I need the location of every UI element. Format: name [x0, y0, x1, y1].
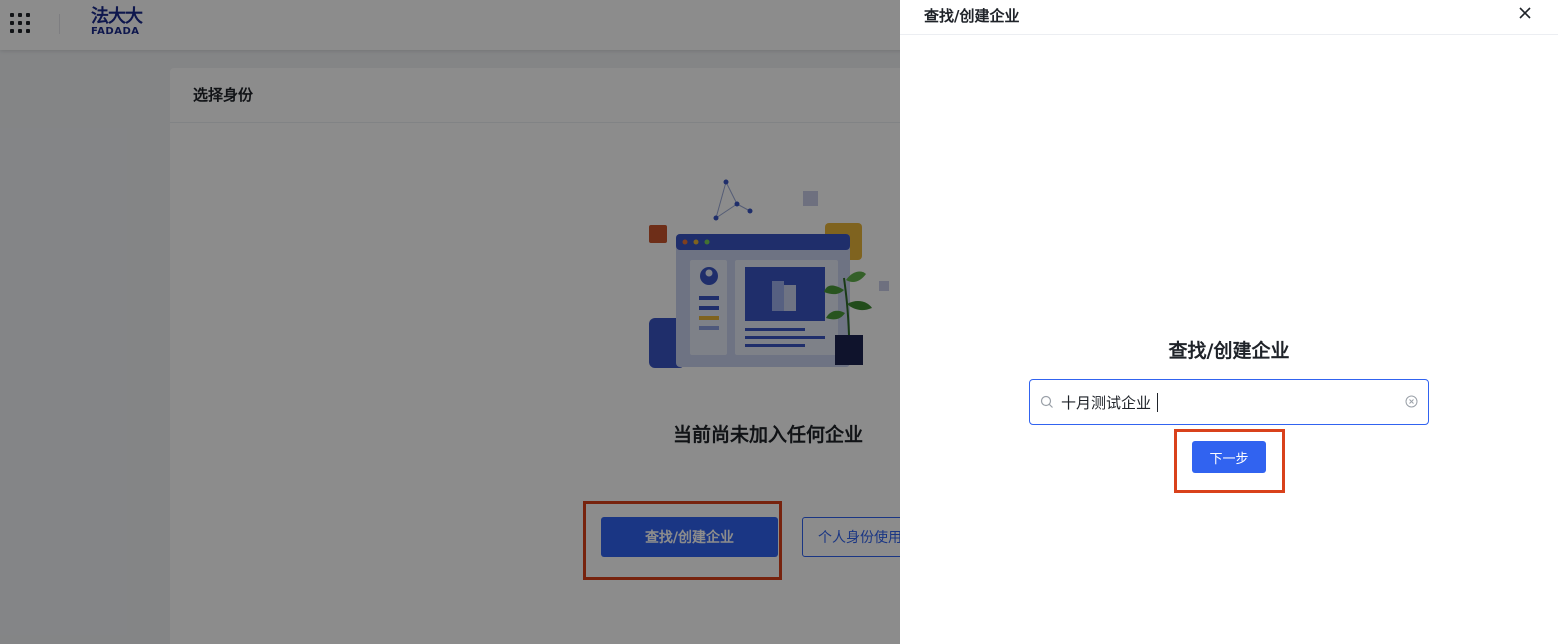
drawer-title: 查找/创建企业	[924, 7, 1020, 25]
dialog-heading: 查找/创建企业	[1168, 340, 1290, 362]
enterprise-search-box[interactable]	[1029, 379, 1429, 425]
search-icon	[1040, 395, 1053, 408]
find-create-enterprise-drawer: 查找/创建企业 查找/创建企业 下一步	[900, 0, 1558, 644]
enterprise-search-input[interactable]	[1061, 388, 1391, 416]
drawer-header: 查找/创建企业	[900, 0, 1558, 35]
text-cursor	[1157, 393, 1158, 412]
highlight-box-next-step	[1174, 429, 1285, 493]
close-icon[interactable]	[1516, 4, 1534, 22]
clear-circle-icon[interactable]	[1405, 395, 1418, 408]
